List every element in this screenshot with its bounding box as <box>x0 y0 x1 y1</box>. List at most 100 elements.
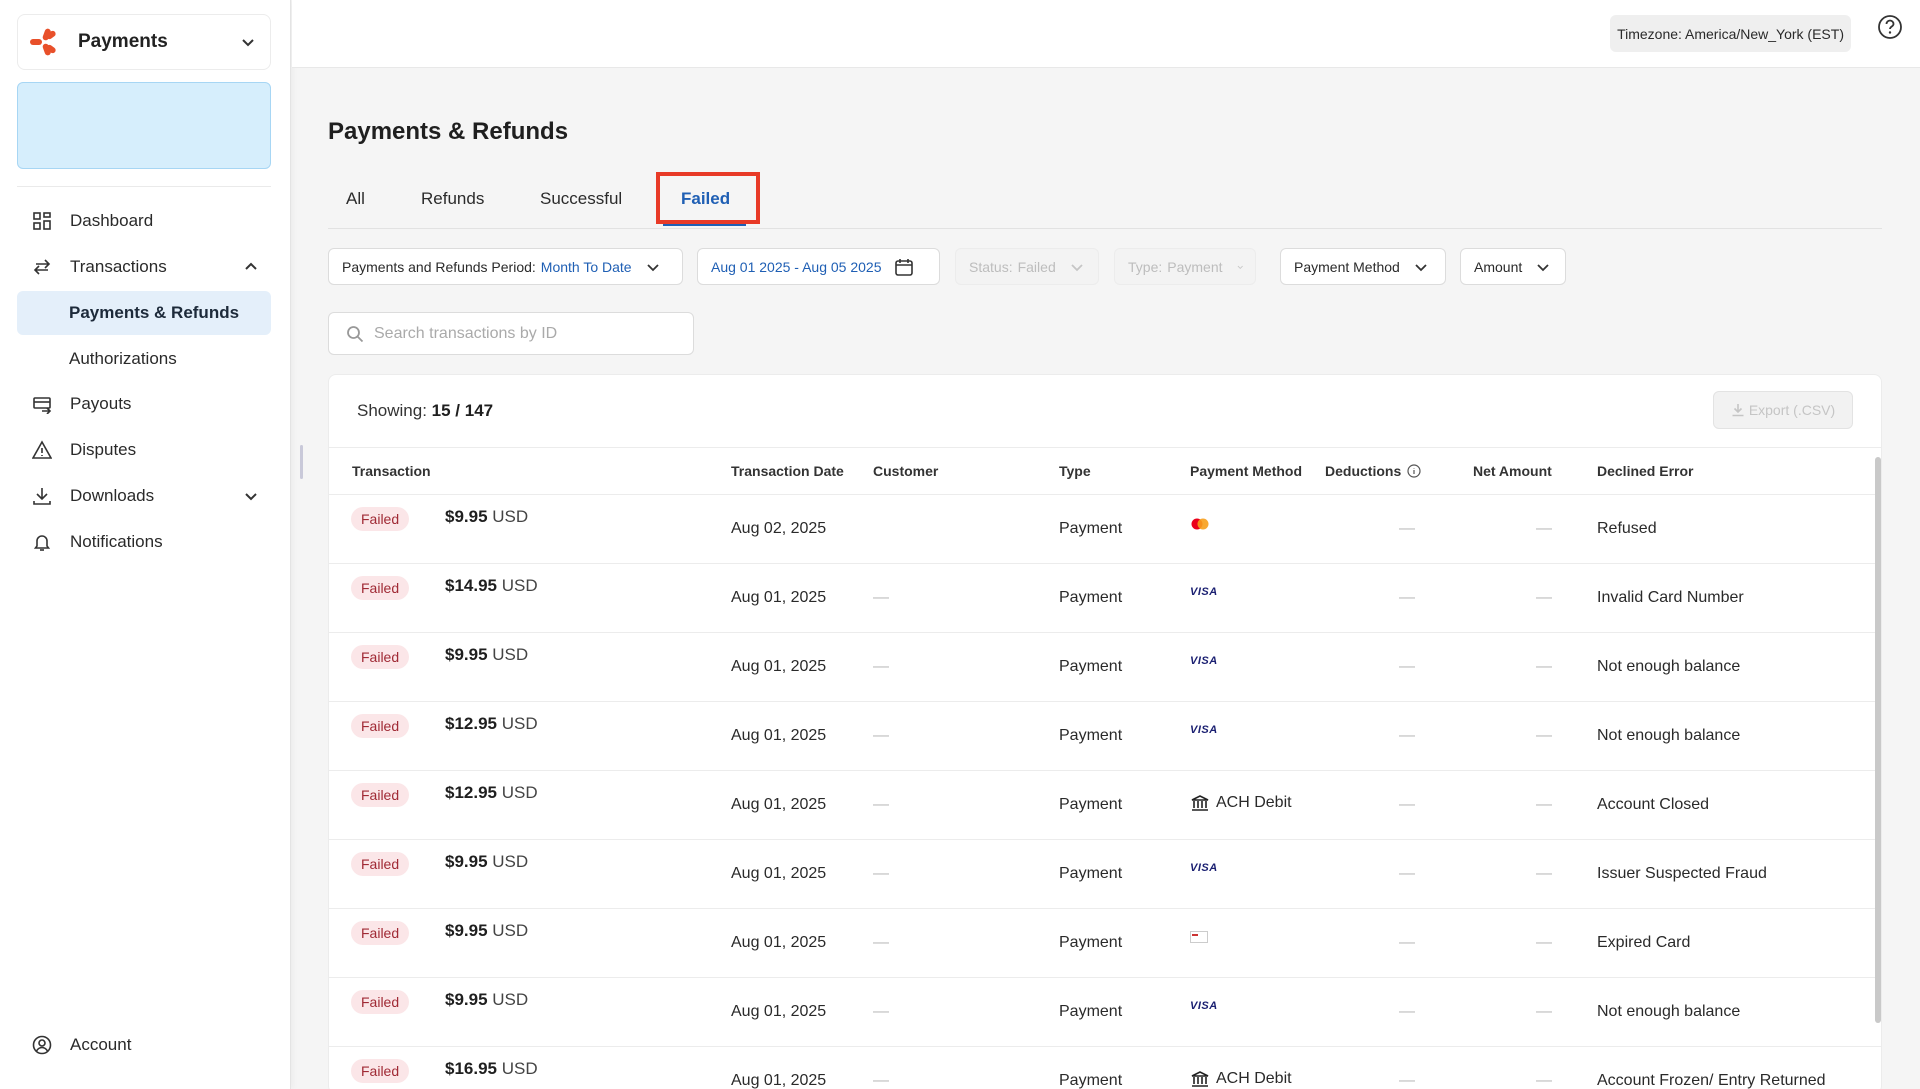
table-row[interactable]: Failed $9.95 USD Aug 01, 2025 — Payment — — Exp… <box>329 909 1881 978</box>
customer-cell: — <box>873 934 889 951</box>
table-row[interactable]: Failed $9.95 USD Aug 02, 2025 Payment — — Refu… <box>329 495 1881 564</box>
info-icon[interactable] <box>1407 464 1421 478</box>
account-icon <box>31 1034 53 1056</box>
transaction-amount: $9.95 USD <box>445 507 528 527</box>
type-cell: Payment <box>1059 796 1123 813</box>
table-row[interactable]: Failed $16.95 USD Aug 01, 2025 — Payment ACH … <box>329 1047 1881 1089</box>
deductions-cell: — <box>1399 658 1415 675</box>
table-scrollbar[interactable] <box>1873 447 1881 1023</box>
table-row[interactable]: Failed $14.95 USD Aug 01, 2025 — Payment VISA… <box>329 564 1881 633</box>
chevron-down-icon <box>242 39 254 47</box>
header-type: Type <box>1059 463 1091 479</box>
net-amount-cell: — <box>1536 658 1552 675</box>
amount-value: $16.95 <box>445 1059 497 1078</box>
amount-currency: USD <box>501 576 538 595</box>
dashboard-icon <box>31 210 53 232</box>
top-bar: Timezone: America/New_York (EST) <box>292 0 1920 68</box>
sidebar-item-payouts[interactable]: Payouts <box>17 382 271 426</box>
payment-method-cell: VISA <box>1190 586 1218 598</box>
deductions-cell: — <box>1399 796 1415 813</box>
app-switcher[interactable]: Payments <box>17 14 271 70</box>
sidebar-item-authorizations[interactable]: Authorizations <box>17 337 271 381</box>
amount-value: $9.95 <box>445 645 488 664</box>
declined-error-cell: Account Closed <box>1597 796 1710 813</box>
amount-currency: USD <box>492 921 529 940</box>
status-badge: Failed <box>351 990 410 1014</box>
header-date: Transaction Date <box>731 463 844 479</box>
help-icon[interactable] <box>1877 14 1903 40</box>
amount-filter-label: Amount <box>1474 258 1523 275</box>
sidebar-item-payments-refunds[interactable]: Payments & Refunds <box>17 291 271 335</box>
sidebar-item-dashboard[interactable]: Dashboard <box>17 199 271 243</box>
declined-error-cell: Not enough balance <box>1597 658 1741 675</box>
amount-value: $9.95 <box>445 921 488 940</box>
sidebar-item-label: Transactions <box>70 257 167 276</box>
chevron-up-icon <box>245 262 257 270</box>
sidebar-item-transactions[interactable]: Transactions <box>17 245 271 289</box>
declined-error-cell: Not enough balance <box>1597 1003 1741 1020</box>
scrollbar-thumb[interactable] <box>1875 457 1881 1023</box>
transaction-amount: $14.95 USD <box>445 576 538 596</box>
net-amount-cell: — <box>1536 520 1552 537</box>
type-cell: Payment <box>1059 589 1123 606</box>
deductions-cell: — <box>1399 1072 1415 1089</box>
visa-icon: VISA <box>1190 1000 1218 1012</box>
customer-cell: — <box>873 865 889 882</box>
transaction-date: Aug 01, 2025 <box>731 1072 827 1089</box>
amount-filter[interactable]: Amount <box>1460 248 1566 285</box>
declined-error-cell: Invalid Card Number <box>1597 589 1744 606</box>
sidebar-item-label: Payouts <box>70 394 132 413</box>
amount-value: $9.95 <box>445 507 488 526</box>
sidebar-item-disputes[interactable]: Disputes <box>17 428 271 472</box>
transaction-date: Aug 01, 2025 <box>731 796 827 813</box>
transaction-amount: $12.95 USD <box>445 714 538 734</box>
transaction-date: Aug 01, 2025 <box>731 865 827 882</box>
payment-method-cell: ACH Debit <box>1190 793 1292 813</box>
table-row[interactable]: Failed $12.95 USD Aug 01, 2025 — Payment ACH … <box>329 771 1881 840</box>
payouts-icon <box>31 393 53 415</box>
transaction-amount: $9.95 USD <box>445 921 528 941</box>
deductions-cell: — <box>1399 727 1415 744</box>
sidebar-divider <box>17 186 271 187</box>
download-icon <box>31 485 53 507</box>
payment-method-cell: VISA <box>1190 862 1218 874</box>
customer-cell: — <box>873 1072 889 1089</box>
tab-successful[interactable]: Successful <box>540 170 622 228</box>
table-row[interactable]: Failed $9.95 USD Aug 01, 2025 — Payment VISA —… <box>329 840 1881 909</box>
net-amount-cell: — <box>1536 1003 1552 1020</box>
deductions-cell: — <box>1399 1003 1415 1020</box>
showing-value: 15 / 147 <box>431 401 494 420</box>
transaction-amount: $16.95 USD <box>445 1059 538 1079</box>
export-label: Export (.CSV) <box>1748 402 1836 418</box>
sidebar-resize-handle[interactable] <box>300 445 303 479</box>
period-filter[interactable]: Payments and Refunds Period: Month To Da… <box>328 248 683 285</box>
tab-refunds[interactable]: Refunds <box>421 170 484 228</box>
payment-method-filter[interactable]: Payment Method <box>1280 248 1446 285</box>
customer-cell: — <box>873 658 889 675</box>
bank-icon <box>1190 1069 1210 1089</box>
net-amount-cell: — <box>1536 934 1552 951</box>
amount-value: $12.95 <box>445 714 497 733</box>
net-amount-cell: — <box>1536 727 1552 744</box>
header-deductions-label: Deductions <box>1325 463 1402 479</box>
type-filter: Type: Payment <box>1114 248 1256 285</box>
sidebar-item-account[interactable]: Account <box>17 1023 271 1067</box>
status-badge: Failed <box>351 921 410 945</box>
date-range-filter[interactable]: Aug 01 2025 - Aug 05 2025 <box>697 248 940 285</box>
sidebar-item-label: Account <box>70 1035 132 1054</box>
deductions-cell: — <box>1399 520 1415 537</box>
type-filter-value: Payment <box>1167 258 1223 275</box>
sidebar-item-downloads[interactable]: Downloads <box>17 474 271 518</box>
declined-error-cell: Expired Card <box>1597 934 1691 951</box>
mastercard-icon <box>1190 517 1210 531</box>
transaction-amount: $12.95 USD <box>445 783 538 803</box>
download-icon <box>1732 404 1744 417</box>
sidebar-item-notifications[interactable]: Notifications <box>17 520 271 564</box>
table-row[interactable]: Failed $9.95 USD Aug 01, 2025 — Payment VISA —… <box>329 633 1881 702</box>
status-badge: Failed <box>351 645 410 669</box>
export-csv-button[interactable]: Export (.CSV) <box>1713 391 1853 429</box>
search-input[interactable] <box>374 324 674 343</box>
table-row[interactable]: Failed $12.95 USD Aug 01, 2025 — Payment VISA… <box>329 702 1881 771</box>
tab-all[interactable]: All <box>346 170 365 228</box>
table-row[interactable]: Failed $9.95 USD Aug 01, 2025 — Payment VISA —… <box>329 978 1881 1047</box>
